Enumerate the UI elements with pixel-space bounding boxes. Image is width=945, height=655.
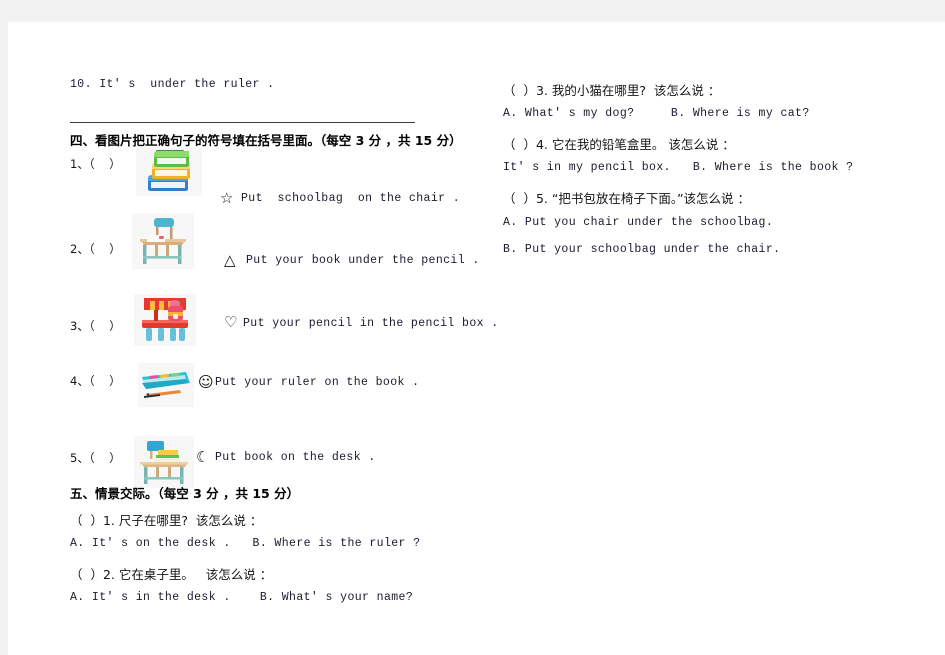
item-1-symbol: ☆ <box>220 189 234 207</box>
item-3-symbol: ♡ <box>224 313 238 331</box>
item-4-sentence: Put your ruler on the book . <box>215 376 420 389</box>
section-divider-rule <box>70 122 415 123</box>
item-4-symbol: ☺ <box>198 373 214 391</box>
question-1-prompt[interactable]: （ ）1. 尺子在哪里? 该怎么说 ： <box>70 510 262 529</box>
item-4-number[interactable]: 4、（ ） <box>70 373 121 389</box>
item-2-number[interactable]: 2、（ ） <box>70 241 121 257</box>
question-5-prompt[interactable]: （ ）5. “把书包放在椅子下面。”该怎么说 ： <box>503 188 750 207</box>
item-3-sentence: Put your pencil in the pencil box . <box>243 317 499 330</box>
section-four-heading: 四、看图片把正确句子的符号填在括号里面。（每空 3 分 ，共 15 分） <box>70 133 462 148</box>
right-column: （ ）3. 我的小猫在哪里? 该怎么说 ： A. What' s my dog?… <box>478 22 945 655</box>
question-4-options[interactable]: It' s in my pencil box. B. Where is the … <box>503 161 853 174</box>
question-2-options[interactable]: A. It' s in the desk . B. What' s your n… <box>70 591 413 604</box>
document-page: 10. It' s under the ruler . 四、看图片把正确句子的符… <box>8 22 945 655</box>
school-desk-and-chair-image <box>132 213 194 269</box>
item-1-sentence: Put schoolbag on the chair . <box>241 192 461 205</box>
pencil-box-with-pencils-image <box>138 363 194 407</box>
item-2-symbol: △ <box>224 251 236 269</box>
left-column: 10. It' s under the ruler . 四、看图片把正确句子的符… <box>8 22 498 655</box>
question-5-option-a[interactable]: A. Put you chair under the schoolbag. <box>503 216 773 229</box>
question-2-prompt[interactable]: （ ）2. 它在桌子里。 该怎么说 ： <box>70 564 272 583</box>
question-10-line: 10. It' s under the ruler . <box>70 78 275 91</box>
red-chair-with-schoolbag-image <box>134 294 196 346</box>
question-1-options[interactable]: A. It' s on the desk . B. Where is the r… <box>70 537 420 550</box>
item-2-sentence: Put your book under the pencil . <box>246 254 480 267</box>
question-4-prompt[interactable]: （ ）4. 它在我的铅笔盒里。 该怎么说 ： <box>503 134 735 153</box>
item-5-number[interactable]: 5、（ ） <box>70 450 121 466</box>
stack-of-books-image <box>136 148 202 196</box>
question-5-option-b[interactable]: B. Put your schoolbag under the chair. <box>503 243 780 256</box>
item-3-number[interactable]: 3、（ ） <box>70 318 121 334</box>
question-3-options[interactable]: A. What' s my dog? B. Where is my cat? <box>503 107 810 120</box>
worksheet-sheet: 10. It' s under the ruler . 四、看图片把正确句子的符… <box>8 22 945 655</box>
desk-with-books-image <box>134 436 194 488</box>
item-5-sentence: Put book on the desk . <box>215 451 376 464</box>
item-5-symbol: ☾ <box>196 448 210 466</box>
item-1-number[interactable]: 1、（ ） <box>70 156 121 172</box>
section-five-heading: 五、情景交际。（每空 3 分 ，共 15 分） <box>70 486 300 501</box>
question-3-prompt[interactable]: （ ）3. 我的小猫在哪里? 该怎么说 ： <box>503 80 720 99</box>
